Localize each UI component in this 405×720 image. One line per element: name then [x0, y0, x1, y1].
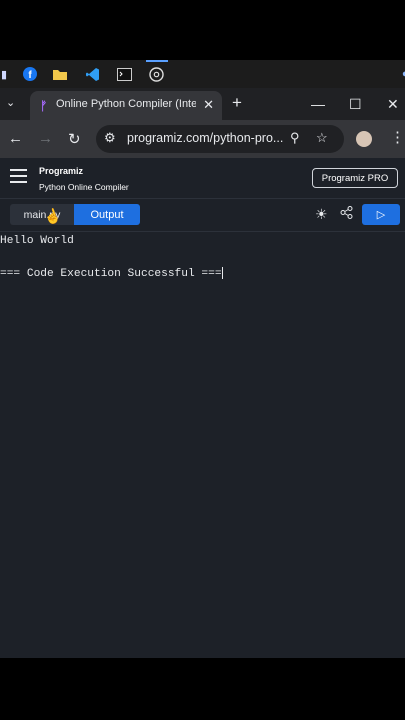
vscode-icon[interactable]: [84, 66, 100, 82]
terminal-icon[interactable]: [116, 66, 132, 82]
bookmark-star-icon[interactable]: ☆: [316, 130, 328, 146]
url-text[interactable]: programiz.com/python-pro...: [127, 131, 283, 145]
programiz-favicon-icon: ᚠ: [40, 99, 48, 113]
chrome-icon[interactable]: [148, 66, 164, 82]
tab-search-icon[interactable]: ⌄: [6, 96, 15, 109]
site-info-icon[interactable]: ⚙: [104, 130, 116, 146]
tab-title: Online Python Compiler (Interpr: [56, 98, 196, 110]
site-header: Programiz Python Online Compiler Program…: [0, 158, 405, 199]
address-bar[interactable]: ⚙ programiz.com/python-pro... ⚲ ☆: [96, 125, 344, 153]
facebook-icon[interactable]: f: [22, 66, 38, 82]
output-line: === Code Execution Successful ===: [0, 267, 223, 280]
compiler-subtitle: Python Online Compiler: [39, 182, 129, 192]
new-tab-button[interactable]: +: [232, 93, 242, 113]
file-explorer-icon[interactable]: ▮: [0, 66, 12, 82]
back-button[interactable]: ←: [8, 130, 23, 147]
tab-python-compiler[interactable]: ᚠ Online Python Compiler (Interpr ✕: [30, 91, 222, 120]
close-window-button[interactable]: ✕: [387, 96, 399, 113]
output-console[interactable]: Hello World === Code Execution Successfu…: [0, 232, 405, 658]
output-line-text: === Code Execution Successful ===: [0, 267, 222, 280]
minimize-button[interactable]: —: [311, 96, 325, 112]
forward-button[interactable]: →: [38, 130, 53, 147]
editor-toolbar: main.py Output ☝ ☀ ▷: [0, 199, 405, 232]
close-icon[interactable]: ✕: [203, 97, 214, 113]
maximize-button[interactable]: ☐: [349, 96, 362, 113]
taskbar: ▮ f ◖: [0, 60, 405, 88]
profile-avatar[interactable]: [356, 131, 372, 147]
run-button[interactable]: ▷: [362, 204, 400, 225]
browser-menu-icon[interactable]: ⋮: [390, 128, 405, 146]
hamburger-menu-icon[interactable]: [10, 169, 27, 183]
zoom-search-icon[interactable]: ⚲: [290, 130, 300, 146]
browser-tab-strip: ⌄ ᚠ Online Python Compiler (Interpr ✕ +: [0, 88, 405, 120]
text-caret: [221, 267, 223, 279]
theme-toggle-sun-icon[interactable]: ☀: [315, 206, 328, 223]
folder-icon[interactable]: [52, 66, 68, 82]
tab-output[interactable]: Output: [74, 204, 140, 225]
address-bar-row: ← → ↻ ⚙ programiz.com/python-pro... ⚲ ☆ …: [0, 120, 405, 158]
programiz-logo[interactable]: Programiz: [39, 166, 83, 176]
reload-button[interactable]: ↻: [68, 130, 81, 148]
output-line: Hello World: [0, 235, 74, 247]
active-app-indicator: [146, 60, 168, 62]
share-icon[interactable]: [340, 206, 353, 222]
tray-icon[interactable]: ◖: [396, 66, 405, 82]
programiz-pro-button[interactable]: Programiz PRO: [312, 168, 398, 188]
